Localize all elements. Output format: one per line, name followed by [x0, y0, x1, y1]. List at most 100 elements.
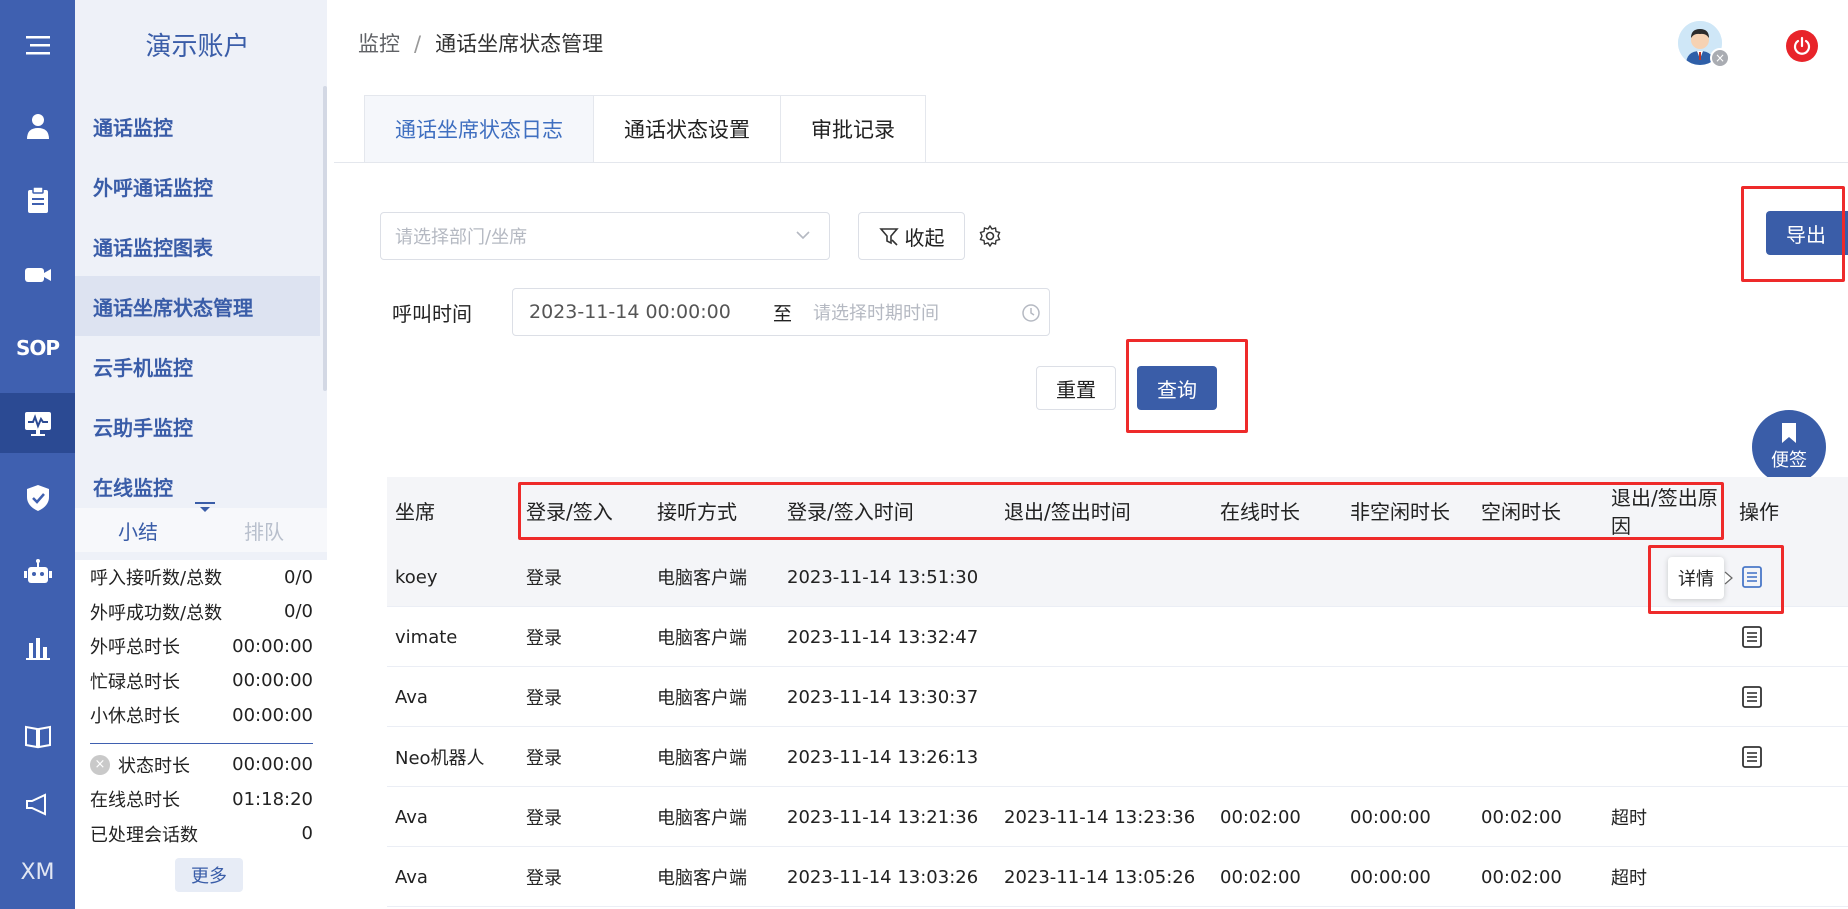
dept-select-placeholder: 请选择部门/坐席 — [395, 227, 528, 248]
date-range-separator: 至 — [773, 302, 793, 325]
tab-queue[interactable]: 排队 — [201, 516, 327, 545]
cell-agent: Ava — [395, 686, 428, 708]
cell-logout-reason: 超时 — [1611, 808, 1647, 829]
cell-logout-reason: 超时 — [1611, 868, 1647, 889]
stat-value: 01:18:20 — [232, 788, 313, 810]
book-icon[interactable] — [0, 706, 75, 766]
menu-toggle-icon[interactable] — [0, 15, 75, 75]
clock-icon — [1021, 303, 1041, 328]
stat-row: 已处理会话数 0 — [90, 817, 313, 852]
cell-agent: vimate — [395, 626, 458, 648]
agent-status-table: 坐席 登录/签入 接听方式 登录/签入时间 退出/签出时间 在线时长 非空闲时长… — [387, 477, 1848, 907]
stat-row: 在线总时长 01:18:20 — [90, 782, 313, 817]
cell-answer-mode: 电脑客户端 — [657, 868, 747, 889]
tab-approval-records[interactable]: 审批记录 — [780, 95, 926, 163]
cell-agent: Ava — [395, 806, 428, 828]
avatar-status-icon: × — [1710, 48, 1730, 68]
cell-busy-duration: 00:00:00 — [1350, 806, 1431, 828]
annotation-box-export — [1741, 186, 1845, 282]
annotation-box-headers — [518, 482, 1724, 540]
stat-label: 忙碌总时长 — [90, 671, 180, 693]
cell-login: 登录 — [526, 628, 562, 649]
call-time-label: 呼叫时间 — [392, 302, 472, 326]
cell-busy-duration: 00:00:00 — [1350, 866, 1431, 888]
gear-icon[interactable] — [978, 224, 1002, 252]
collapse-label: 收起 — [904, 225, 945, 250]
sidebar-item-cloud-assistant[interactable]: 云助手监控 — [75, 396, 320, 456]
stat-label: 呼入接听数/总数 — [90, 568, 223, 590]
detail-icon[interactable] — [1741, 685, 1763, 714]
breadcrumb-separator: / — [414, 32, 422, 56]
cell-agent: Neo机器人 — [395, 748, 485, 769]
stat-value: 00:00:00 — [232, 670, 313, 692]
sticky-note-button[interactable]: 便签 — [1752, 410, 1826, 484]
annotation-box-query — [1126, 339, 1248, 433]
megaphone-icon[interactable] — [0, 774, 75, 834]
cell-login-time: 2023-11-14 13:26:13 — [787, 746, 979, 768]
cell-logout-reason — [1611, 607, 1731, 667]
breadcrumb-root[interactable]: 监控 — [358, 32, 400, 56]
cell-login: 登录 — [526, 748, 562, 769]
stat-value: 00:00:00 — [232, 704, 313, 726]
cell-login-time: 2023-11-14 13:51:30 — [787, 566, 979, 588]
sidebar-item-agent-status[interactable]: 通话坐席状态管理 — [75, 276, 320, 336]
sidebar-scrollbar[interactable] — [323, 86, 327, 391]
chevron-down-icon[interactable] — [195, 502, 215, 518]
cell-login-time: 2023-11-14 13:32:47 — [787, 626, 979, 648]
monitor-icon[interactable] — [0, 393, 75, 453]
date-start-input[interactable]: 2023-11-14 00:00:00 — [529, 301, 731, 323]
stats-divider — [90, 742, 313, 744]
date-range-picker[interactable]: 2023-11-14 00:00:00 至 请选择时期时间 — [512, 288, 1050, 336]
date-end-input[interactable]: 请选择时期时间 — [813, 299, 939, 325]
stat-label: 外呼成功数/总数 — [90, 602, 223, 624]
cell-login-time: 2023-11-14 13:03:26 — [787, 866, 979, 888]
tab-call-status-settings[interactable]: 通话状态设置 — [593, 95, 780, 163]
reset-button[interactable]: 重置 — [1036, 366, 1116, 410]
table-row: Ava 登录 电脑客户端 2023-11-14 13:30:37 — [387, 667, 1848, 727]
sidebar-item-monitor-chart[interactable]: 通话监控图表 — [75, 216, 320, 276]
sidebar: 演示账户 通话监控 外呼通话监控 通话监控图表 通话坐席状态管理 云手机监控 云… — [75, 0, 327, 909]
clipboard-icon[interactable] — [0, 170, 75, 230]
table-row: Ava 登录 电脑客户端 2023-11-14 13:03:26 2023-11… — [387, 847, 1848, 907]
cell-login: 登录 — [526, 568, 562, 589]
stat-value: 00:00:00 — [232, 635, 313, 657]
tab-agent-status-log[interactable]: 通话坐席状态日志 — [364, 95, 593, 163]
robot-icon[interactable] — [0, 543, 75, 603]
sop-icon[interactable]: SOP — [0, 318, 75, 378]
filter-icon — [878, 228, 899, 246]
cell-login: 登录 — [526, 808, 562, 829]
table-row: koey 登录 电脑客户端 2023-11-14 13:51:30 — [387, 547, 1848, 607]
cell-agent: Ava — [395, 866, 428, 888]
xm-label: XM — [20, 859, 55, 885]
xm-icon[interactable]: XM — [0, 842, 75, 902]
cell-idle-duration: 00:02:00 — [1481, 866, 1562, 888]
shield-icon[interactable] — [0, 468, 75, 528]
bar-chart-icon[interactable] — [0, 618, 75, 678]
bookmark-icon — [1782, 423, 1796, 443]
table-row: vimate 登录 电脑客户端 2023-11-14 13:32:47 — [387, 607, 1848, 667]
cell-online-duration: 00:02:00 — [1220, 866, 1301, 888]
collapse-button[interactable]: 收起 — [858, 212, 965, 260]
sidebar-item-cloud-phone[interactable]: 云手机监控 — [75, 336, 320, 396]
cell-logout-time: 2023-11-14 13:23:36 — [1004, 806, 1196, 828]
power-icon[interactable] — [1786, 30, 1818, 62]
stat-label: 已处理会话数 — [90, 824, 198, 846]
breadcrumb-current: 通话坐席状态管理 — [435, 32, 604, 56]
video-camera-icon[interactable] — [0, 245, 75, 305]
cell-logout-reason — [1611, 727, 1731, 787]
tab-summary[interactable]: 小结 — [75, 516, 201, 545]
close-icon[interactable]: × — [90, 754, 110, 775]
dept-agent-select[interactable]: 请选择部门/坐席 — [380, 212, 830, 260]
sidebar-item-call-monitor[interactable]: 通话监控 — [75, 96, 320, 156]
tabs-divider — [334, 162, 1848, 163]
breadcrumb: 监控 / 通话坐席状态管理 — [358, 28, 603, 58]
cell-agent: koey — [395, 566, 438, 588]
user-icon[interactable] — [0, 96, 75, 156]
detail-icon[interactable] — [1741, 625, 1763, 654]
detail-icon[interactable] — [1741, 745, 1763, 774]
sidebar-item-outbound-monitor[interactable]: 外呼通话监控 — [75, 156, 320, 216]
more-button[interactable]: 更多 — [175, 858, 243, 892]
stats-panel: 呼入接听数/总数 0/0 外呼成功数/总数 0/0 外呼总时长 00:00:00… — [75, 560, 327, 909]
sticky-note-label: 便签 — [1771, 450, 1807, 471]
cell-answer-mode: 电脑客户端 — [657, 808, 747, 829]
